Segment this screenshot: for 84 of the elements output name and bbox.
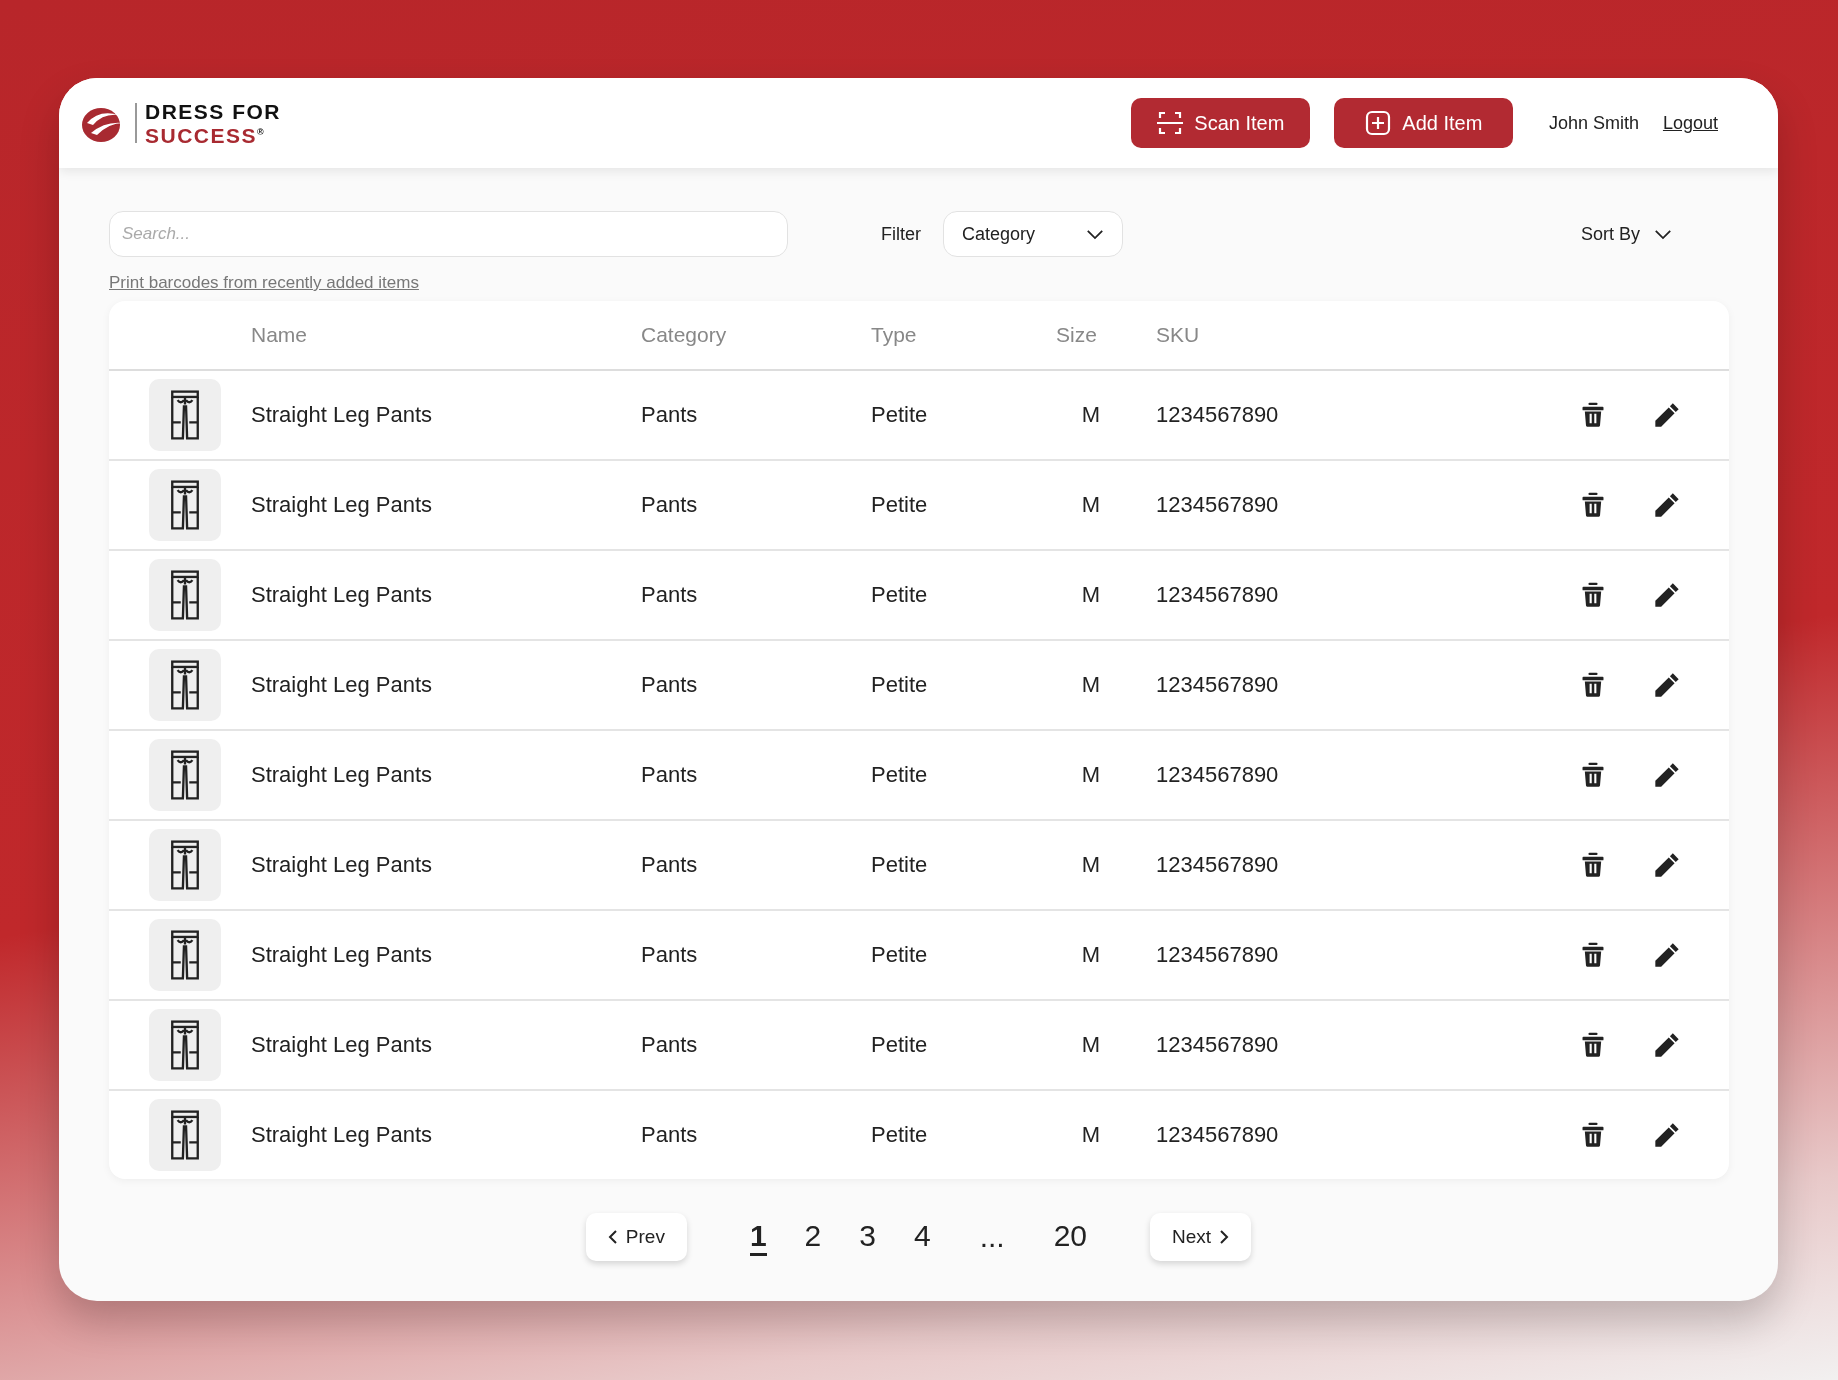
pencil-icon[interactable] [1653,1031,1681,1059]
page-button[interactable]: 2 [804,1218,822,1256]
plus-icon [1364,109,1393,137]
column-header: SKU [1156,323,1201,347]
name-cell-text: Straight Leg Pants [251,402,433,428]
column-header: Category [641,323,728,347]
sku-cell-text: 1234567890 [1156,942,1280,968]
size-cell-text: M [1080,762,1102,788]
filter-label: Filter [881,223,921,245]
size-cell-text: M [1080,582,1102,608]
name-cell-text: Straight Leg Pants [251,492,433,518]
search-field[interactable]: Search... [109,211,788,257]
size-cell-text: M [1080,852,1102,878]
pencil-icon[interactable] [1653,401,1681,429]
name-cell-text: Straight Leg Pants [251,852,433,878]
name-cell-text: Straight Leg Pants [251,942,433,968]
sku-cell-text: 1234567890 [1156,1122,1280,1148]
sort-by-button[interactable]: Sort By [1575,222,1679,246]
page-button[interactable]: 1 [749,1218,767,1256]
sku-cell-text: 1234567890 [1156,402,1280,428]
size-cell-text: M [1080,402,1102,428]
category-cell-text: Pants [641,1032,699,1058]
type-cell-text: Petite [871,1032,929,1058]
pencil-icon[interactable] [1653,581,1681,609]
type-cell-text: Petite [871,402,929,428]
name-cell-text: Straight Leg Pants [251,762,433,788]
type-cell-text: Petite [871,672,929,698]
name-cell-text: Straight Leg Pants [251,582,433,608]
type-cell-text: Petite [871,582,929,608]
sku-cell-text: 1234567890 [1156,852,1280,878]
pencil-icon[interactable] [1653,491,1681,519]
next-button[interactable]: Next [1150,1213,1252,1261]
size-cell-text: M [1080,672,1102,698]
pencil-icon[interactable] [1653,671,1681,699]
prev-button[interactable]: Prev [585,1213,687,1261]
name-cell-text: Straight Leg Pants [251,672,433,698]
type-cell-text: Petite [871,942,929,968]
pencil-icon[interactable] [1653,941,1681,969]
category-cell-text: Pants [641,402,699,428]
size-cell-text: M [1080,942,1102,968]
user-name: John Smith [1548,112,1639,134]
name-cell-text: Straight Leg Pants [251,1122,433,1148]
category-cell-text: Pants [641,1122,699,1148]
chevron-down-icon [1086,228,1104,240]
pencil-icon[interactable] [1653,1121,1681,1149]
add-item-button[interactable]: Add Item [1333,98,1513,148]
category-cell-text: Pants [641,942,699,968]
logout-link[interactable]: Logout [1662,112,1718,134]
sku-cell-text: 1234567890 [1156,582,1280,608]
chevron-right-icon [1219,1229,1230,1245]
category-dropdown[interactable]: Category [943,211,1123,257]
scan-item-button[interactable]: Scan Item [1130,98,1310,148]
chevron-down-icon [1654,228,1673,240]
category-cell-text: Pants [641,762,699,788]
size-cell-text: M [1080,1032,1102,1058]
print-barcodes-link[interactable]: Print barcodes from recently added items [109,273,419,293]
page-button[interactable]: 4 [914,1218,931,1256]
page-button[interactable]: 3 [859,1218,876,1256]
type-cell-text: Petite [871,492,929,518]
page-button[interactable]: 20 [1053,1218,1088,1256]
category-cell-text: Pants [641,672,699,698]
column-header: Size [1056,323,1098,347]
logo-text: SUCCESS$^{®}$ [145,122,267,146]
category-cell-text: Pants [641,492,699,518]
sku-cell-text: 1234567890 [1156,492,1280,518]
type-cell-text: Petite [871,1122,929,1148]
page-ellipsis: ... [978,1220,1006,1254]
type-cell-text: Petite [871,762,929,788]
type-cell-text: Petite [871,852,929,878]
name-cell-text: Straight Leg Pants [251,1032,433,1058]
sku-cell-text: 1234567890 [1156,672,1280,698]
size-cell-text: M [1080,492,1102,518]
sku-cell-text: 1234567890 [1156,762,1280,788]
scan-icon [1156,109,1185,137]
column-header: Name [251,323,309,347]
category-cell-text: Pants [641,852,699,878]
logo-text: DRESS FOR [145,100,281,122]
pencil-icon[interactable] [1653,851,1681,879]
sku-cell-text: 1234567890 [1156,1032,1280,1058]
column-header: Type [871,323,918,347]
size-cell-text: M [1080,1122,1102,1148]
chevron-left-icon [607,1229,618,1245]
pencil-icon[interactable] [1653,761,1681,789]
category-cell-text: Pants [641,582,699,608]
